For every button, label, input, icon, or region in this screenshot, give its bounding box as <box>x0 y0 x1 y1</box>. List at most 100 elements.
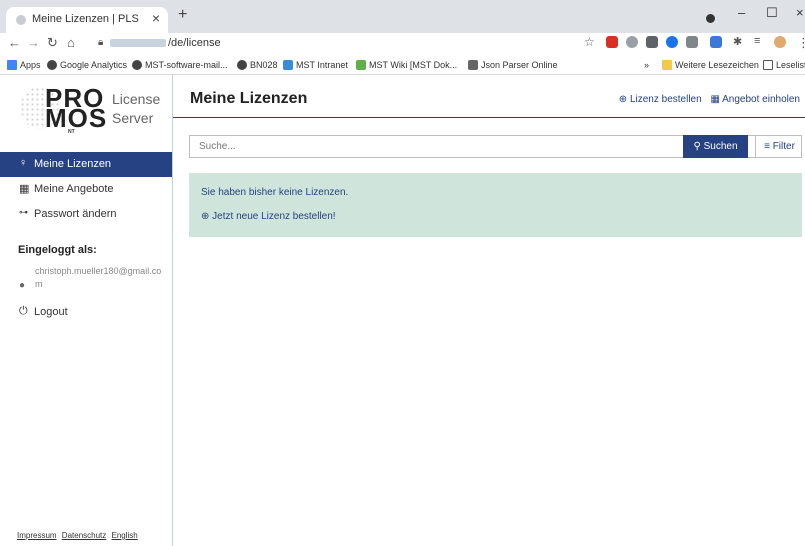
globe-icon <box>47 60 57 70</box>
bookmark-label: Json Parser Online <box>481 60 558 70</box>
url-path: /de/license <box>168 37 221 49</box>
bookmark-reading-list[interactable]: Leseliste <box>763 60 805 70</box>
main-content: Meine Lizenzen ⊕ Lizenz bestellen ▦ Ange… <box>173 75 805 546</box>
logo-mos: MOS <box>45 103 108 133</box>
order-new-license-link[interactable]: ⊕ Jetzt neue Lizenz bestellen! <box>201 211 336 222</box>
logged-in-heading: Eingeloggt als: <box>18 244 97 256</box>
home-icon[interactable]: ⌂ <box>67 35 75 50</box>
datenschutz-link[interactable]: Datenschutz <box>62 531 106 540</box>
bookmark-label: MST-software-mail... <box>145 60 228 70</box>
filter-label: Filter <box>772 141 795 152</box>
key-icon: ⊶ <box>19 207 28 217</box>
bookmark-label: MST Wiki [MST Dok... <box>369 60 458 70</box>
sidebar: PRO MOS NT License Server ♀ Meine Lizenz… <box>0 75 173 546</box>
filter-button[interactable]: ≡ Filter <box>755 136 803 157</box>
profile-avatar[interactable] <box>774 36 786 48</box>
bookmark-label: Leseliste <box>776 60 805 70</box>
extensions-puzzle-icon[interactable]: ✱ <box>733 35 742 48</box>
search-bar: ⚲ Suchen ≡ Filter <box>189 135 802 158</box>
tab-close-icon[interactable]: × <box>152 10 160 26</box>
header-actions: ⊕ Lizenz bestellen ▦ Angebot einholen <box>619 94 800 105</box>
sidebar-footer: Impressum Datenschutz English <box>17 531 141 540</box>
request-offer-label: Angebot einholen <box>722 94 800 105</box>
order-new-license-label: Jetzt neue Lizenz bestellen! <box>212 211 336 222</box>
folder-icon <box>662 60 672 70</box>
logout-button[interactable]: ⏻ Logout <box>0 300 172 325</box>
back-icon[interactable]: ← <box>8 35 21 50</box>
browser-toolbar: ← → ↻ ⌂ 🔒︎ /de/license ☆ ✱ ≡ ⋮ <box>0 33 805 55</box>
search-icon: ⚲ <box>693 141 701 152</box>
reading-list-icon <box>763 60 773 70</box>
bookmark-apps[interactable]: Apps <box>7 60 41 70</box>
menu-icon[interactable]: ⋮ <box>797 35 805 51</box>
notice-text: Sie haben bisher keine Lizenzen. <box>201 187 349 198</box>
extension-icon[interactable] <box>646 36 658 48</box>
bookmarks-overflow[interactable]: » <box>644 60 649 70</box>
sidebar-item-meine-lizenzen[interactable]: ♀ Meine Lizenzen <box>0 152 172 177</box>
sidebar-item-label: Meine Lizenzen <box>34 158 112 170</box>
bookmarks-bar: Apps Google Analytics MST-software-mail.… <box>0 55 805 75</box>
browser-tab[interactable]: Meine Lizenzen | PLS × <box>6 7 168 33</box>
bookmark-label: Weitere Lesezeichen <box>675 60 759 70</box>
maximize-icon[interactable]: ☐ <box>766 5 778 21</box>
promos-logo[interactable]: PRO MOS NT License Server <box>20 83 160 135</box>
search-button[interactable]: ⚲ Suchen <box>683 135 748 158</box>
bookmark-mst-software-mail[interactable]: MST-software-mail... <box>132 60 228 70</box>
search-input[interactable] <box>190 136 683 157</box>
gmail-extension-icon[interactable] <box>606 36 618 48</box>
new-tab-button[interactable]: + <box>178 6 187 24</box>
english-link[interactable]: English <box>112 531 138 540</box>
plus-circle-icon: ⊕ <box>201 211 210 222</box>
bookmark-google-analytics[interactable]: Google Analytics <box>47 60 127 70</box>
extension-new-icon[interactable] <box>710 36 722 48</box>
user-icon: ● <box>19 280 26 291</box>
bookmark-mst-intranet[interactable]: MST Intranet <box>283 60 348 70</box>
globe-icon <box>237 60 247 70</box>
bookmark-bn028[interactable]: BN028 <box>237 60 278 70</box>
bookmark-star-icon[interactable]: ☆ <box>584 35 595 49</box>
logo-product-line2: Server <box>112 110 154 126</box>
browser-profile-icon[interactable] <box>706 14 715 23</box>
extension-icon[interactable] <box>666 36 678 48</box>
sidebar-item-passwort-aendern[interactable]: ⊶ Passwort ändern <box>0 202 172 227</box>
impressum-link[interactable]: Impressum <box>17 531 57 540</box>
order-license-link[interactable]: ⊕ Lizenz bestellen <box>619 94 702 105</box>
forward-icon[interactable]: → <box>27 35 40 50</box>
bookmark-label: MST Intranet <box>296 60 348 70</box>
apps-grid-icon <box>7 60 17 70</box>
bookmark-mst-wiki[interactable]: MST Wiki [MST Dok... <box>356 60 457 70</box>
tab-favicon-icon <box>16 15 26 25</box>
json-icon <box>468 60 478 70</box>
order-license-label: Lizenz bestellen <box>629 94 702 105</box>
bookmark-more-folder[interactable]: Weitere Lesezeichen <box>662 60 759 70</box>
power-icon: ⏻ <box>19 305 28 317</box>
logout-label: Logout <box>34 306 68 318</box>
wiki-icon <box>356 60 366 70</box>
globe-icon <box>132 60 142 70</box>
reading-list-icon[interactable]: ≡ <box>754 35 760 47</box>
request-offer-link[interactable]: ▦ Angebot einholen <box>710 94 800 105</box>
page-title: Meine Lizenzen <box>190 90 308 107</box>
bookmark-label: Apps <box>20 60 41 70</box>
tab-title: Meine Lizenzen | PLS <box>32 13 139 25</box>
user-email: christoph.mueller180@gmail.com <box>35 266 162 289</box>
lightbulb-icon: ♀ <box>19 157 28 169</box>
calculator-icon: ▦ <box>19 183 30 195</box>
extension-icon[interactable] <box>626 36 638 48</box>
reload-icon[interactable]: ↻ <box>47 35 58 51</box>
window-close-icon[interactable]: × <box>796 5 804 20</box>
minimize-icon[interactable]: – <box>738 5 745 20</box>
bookmark-label: Google Analytics <box>60 60 128 70</box>
browser-tab-bar: Meine Lizenzen | PLS × + – ☐ × <box>0 0 805 33</box>
extension-icon[interactable] <box>686 36 698 48</box>
bookmark-json-parser[interactable]: Json Parser Online <box>468 60 558 70</box>
logo-product-line1: License <box>112 91 161 107</box>
address-bar[interactable]: /de/license <box>110 37 221 49</box>
sidebar-item-meine-angebote[interactable]: ▦ Meine Angebote <box>0 177 172 202</box>
title-divider <box>173 117 805 118</box>
bookmark-label: BN028 <box>250 60 278 70</box>
sidebar-item-label: Meine Angebote <box>34 183 114 195</box>
url-host-redacted <box>110 39 166 48</box>
no-licenses-notice: Sie haben bisher keine Lizenzen. ⊕ Jetzt… <box>189 173 802 237</box>
lock-icon[interactable]: 🔒︎ <box>98 37 103 48</box>
